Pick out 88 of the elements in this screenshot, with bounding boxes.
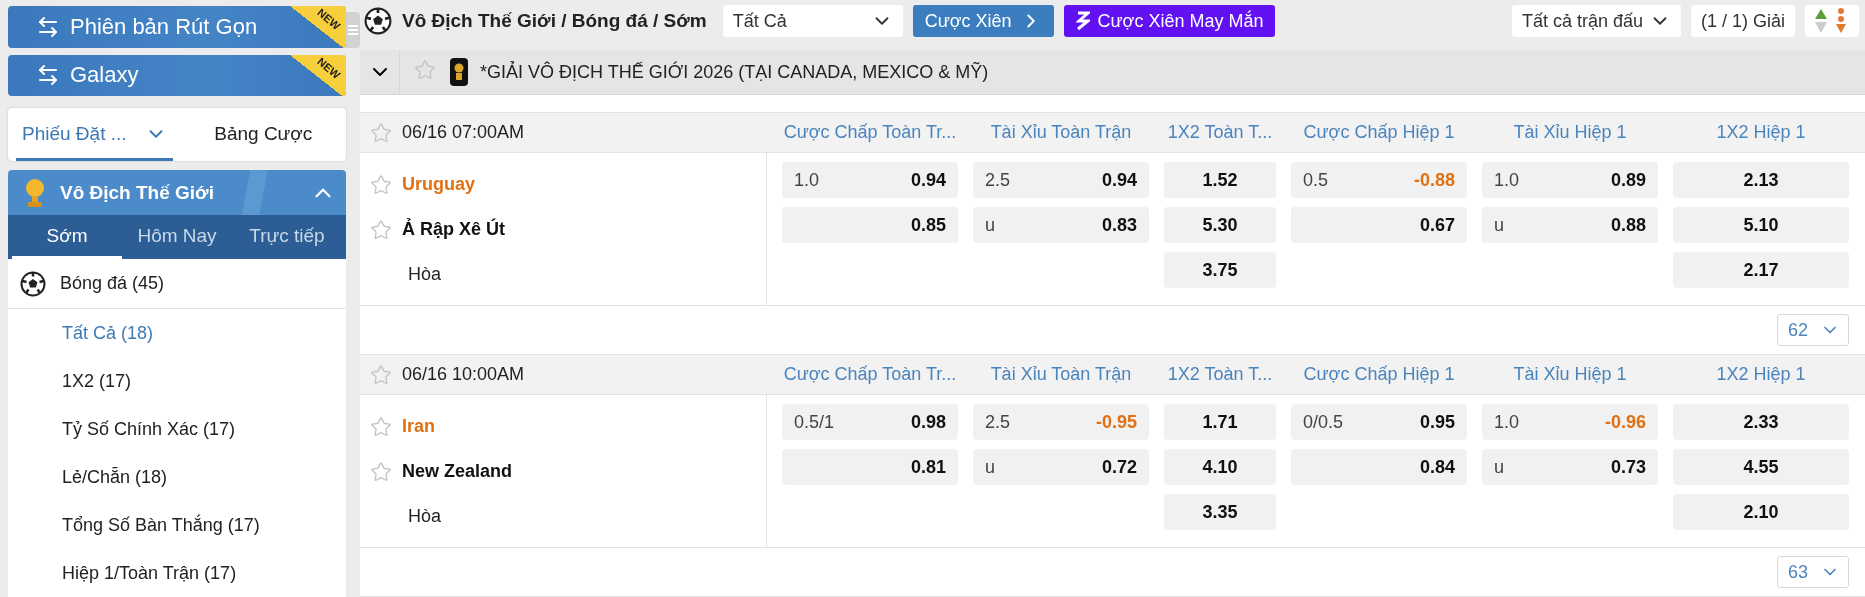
- team-name: Uruguay: [402, 174, 475, 195]
- star-icon[interactable]: [370, 121, 392, 144]
- league-logo-icon: [450, 58, 468, 86]
- market-heading: 1X2 Hiệp 1: [1715, 122, 1807, 143]
- draw-label: Hòa: [408, 506, 443, 527]
- odds-button[interactable]: 2.5 0.94: [973, 162, 1149, 198]
- parlay-button[interactable]: Cược Xiên: [912, 5, 1054, 37]
- odds-button[interactable]: 1.0 0.94: [782, 162, 958, 198]
- odds-button[interactable]: 2.17: [1673, 252, 1849, 288]
- sort-button[interactable]: [1805, 5, 1859, 37]
- match-time: 06/16 07:00AM: [402, 122, 525, 143]
- odds-button[interactable]: 0.5/1 0.98: [782, 404, 958, 440]
- market-heading: Cược Chấp Toàn Tr...: [782, 122, 958, 143]
- odds-button[interactable]: 2.5 -0.95: [973, 404, 1149, 440]
- menu-icon: [348, 24, 358, 36]
- odds-button[interactable]: 2.13: [1673, 162, 1849, 198]
- market-heading: 1X2 Toàn T...: [1166, 122, 1274, 143]
- star-icon[interactable]: [370, 218, 392, 241]
- odds-button[interactable]: 5.30: [1164, 207, 1276, 243]
- sidebar-tab[interactable]: Phiếu Đặt ...: [16, 108, 173, 161]
- sidebar-tab[interactable]: Bảng Cược: [188, 108, 338, 161]
- lightning-icon: [1075, 11, 1090, 31]
- star-icon[interactable]: [370, 415, 392, 438]
- bet-type-item[interactable]: Hiệp 1/Toàn Trận (17): [8, 549, 346, 597]
- odds-button[interactable]: 3.75: [1164, 252, 1276, 288]
- odds-button[interactable]: u 0.83: [973, 207, 1149, 243]
- odds-button[interactable]: 0.5 -0.88: [1291, 162, 1467, 198]
- market-heading: Tài Xỉu Hiệp 1: [1512, 364, 1628, 385]
- market-heading: Tài Xỉu Toàn Trận: [989, 364, 1133, 385]
- soccer-ball-icon: [20, 270, 46, 297]
- odds-button[interactable]: 0.81: [782, 449, 958, 485]
- odds-button[interactable]: 0.85: [782, 207, 958, 243]
- odds-button[interactable]: 0.84: [1291, 449, 1467, 485]
- odds-button[interactable]: 2.10: [1673, 494, 1849, 530]
- section-title: Vô Địch Thế Giới: [60, 181, 215, 204]
- odds-button[interactable]: 4.10: [1164, 449, 1276, 485]
- odds-button[interactable]: 5.10: [1673, 207, 1849, 243]
- breadcrumb: Vô Địch Thế Giới / Bóng đá / Sớm: [402, 10, 707, 32]
- bet-type-item[interactable]: Tổng Số Bàn Thắng (17): [8, 501, 346, 549]
- odds-button[interactable]: 0/0.5 0.95: [1291, 404, 1467, 440]
- odds-button[interactable]: 3.35: [1164, 494, 1276, 530]
- star-icon[interactable]: [370, 173, 392, 196]
- bet-type-item[interactable]: Lẻ/Chẵn (18): [8, 453, 346, 501]
- more-markets-dropdown[interactable]: 63: [1777, 556, 1849, 588]
- league-title: *GIẢI VÔ ĐỊCH THẾ GIỚI 2026 (TẠI CANADA, MEXICO & MỸ): [480, 61, 989, 83]
- odds-button[interactable]: u 0.72: [973, 449, 1149, 485]
- odds-button[interactable]: 4.55: [1673, 449, 1849, 485]
- sort-icon: [1815, 8, 1849, 34]
- draw-label: Hòa: [408, 264, 443, 285]
- market-heading: Cược Chấp Hiệp 1: [1302, 122, 1456, 143]
- market-heading: 1X2 Hiệp 1: [1715, 364, 1807, 385]
- period-tab[interactable]: Hôm Nay: [122, 215, 232, 259]
- market-heading: Tài Xỉu Toàn Trận: [989, 122, 1133, 143]
- trophy-icon: [24, 177, 46, 208]
- sport-label[interactable]: Bóng đá (45): [60, 273, 165, 294]
- lucky-parlay-button[interactable]: Cược Xiên May Mắn: [1063, 5, 1276, 37]
- period-tab[interactable]: Trực tiếp: [232, 215, 342, 259]
- star-icon[interactable]: [414, 59, 436, 81]
- scroll-handle[interactable]: [346, 12, 360, 48]
- odds-button[interactable]: 2.33: [1673, 404, 1849, 440]
- market-heading: Cược Chấp Toàn Tr...: [782, 364, 958, 385]
- team-name: Ả Rập Xê Út: [402, 219, 506, 240]
- odds-button[interactable]: 0.67: [1291, 207, 1467, 243]
- filter-dropdown[interactable]: Tất Cả: [722, 5, 903, 37]
- star-icon[interactable]: [370, 363, 392, 386]
- more-markets-dropdown[interactable]: 62: [1777, 314, 1849, 346]
- star-icon[interactable]: [370, 460, 392, 483]
- swap-icon: [36, 63, 60, 88]
- team-name: Iran: [402, 416, 435, 437]
- odds-button[interactable]: u 0.88: [1482, 207, 1658, 243]
- odds-button[interactable]: u 0.73: [1482, 449, 1658, 485]
- match-time: 06/16 10:00AM: [402, 364, 525, 385]
- market-heading: Cược Chấp Hiệp 1: [1302, 364, 1456, 385]
- odds-button[interactable]: 1.52: [1164, 162, 1276, 198]
- soccer-ball-icon: [364, 7, 392, 35]
- bet-type-item[interactable]: Tỷ Số Chính Xác (17): [8, 405, 346, 453]
- bet-type-item[interactable]: Tất Cả (18): [8, 309, 346, 357]
- team-name: New Zealand: [402, 461, 513, 482]
- bet-type-item[interactable]: 1X2 (17): [8, 357, 346, 405]
- odds-button[interactable]: 1.0 0.89: [1482, 162, 1658, 198]
- swap-icon: [36, 14, 60, 39]
- period-tab[interactable]: Sớm: [12, 215, 122, 259]
- league-count-button[interactable]: (1 / 1) Giải: [1690, 5, 1795, 37]
- market-heading: Tài Xỉu Hiệp 1: [1512, 122, 1628, 143]
- odds-button[interactable]: 1.71: [1164, 404, 1276, 440]
- match-filter-dropdown[interactable]: Tất cả trận đấu: [1511, 5, 1681, 37]
- market-heading: 1X2 Toàn T...: [1166, 364, 1274, 385]
- odds-button[interactable]: 1.0 -0.96: [1482, 404, 1658, 440]
